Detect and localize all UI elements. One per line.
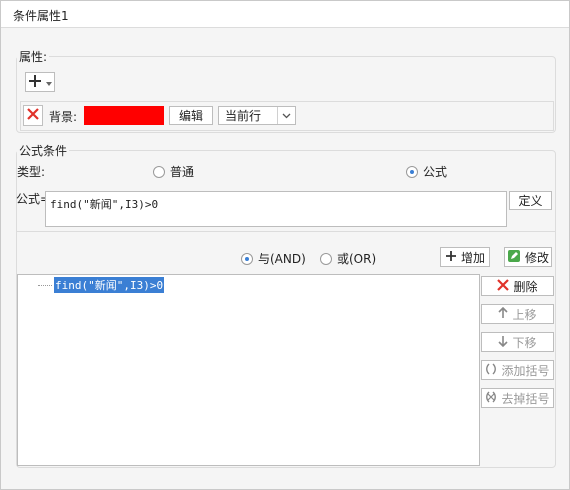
modify-button-label: 修改 <box>524 250 549 265</box>
background-color-swatch[interactable] <box>84 106 164 125</box>
remove-parentheses-label: 去掉括号 <box>501 391 550 406</box>
edit-button-label: 编辑 <box>178 109 203 123</box>
delete-attribute-button[interactable] <box>23 105 43 126</box>
plus-icon <box>28 74 42 91</box>
title-bar: 条件属性1 <box>1 1 569 28</box>
or-label: 或(OR) <box>337 252 377 266</box>
delete-condition-button[interactable]: 删除 <box>481 276 554 296</box>
attributes-legend: 属性: <box>17 48 50 65</box>
modify-condition-button[interactable]: 修改 <box>504 247 552 267</box>
remove-parentheses-icon <box>485 391 497 406</box>
define-button[interactable]: 定义 <box>509 191 552 210</box>
arrow-up-icon <box>498 306 509 322</box>
or-radio[interactable]: 或(OR) <box>320 250 376 267</box>
move-up-label: 上移 <box>512 307 537 322</box>
parentheses-icon <box>485 363 497 378</box>
divider <box>16 231 556 232</box>
move-down-button[interactable]: 下移 <box>481 332 554 352</box>
chevron-down-icon <box>277 107 295 124</box>
radio-checked-icon <box>406 165 418 178</box>
and-radio[interactable]: 与(AND) <box>241 250 306 267</box>
delete-button-label: 删除 <box>513 279 538 294</box>
scope-select-value: 当前行 <box>225 109 262 123</box>
edit-green-icon <box>507 249 521 266</box>
formula-input[interactable]: find("新闻",I3)>0 <box>45 191 507 227</box>
add-button-label: 增加 <box>460 250 485 265</box>
edit-button[interactable]: 编辑 <box>169 106 213 125</box>
add-attribute-button[interactable] <box>25 72 55 92</box>
move-down-label: 下移 <box>512 335 537 350</box>
add-condition-button[interactable]: 增加 <box>440 247 490 267</box>
define-button-label: 定义 <box>518 194 543 208</box>
type-normal-label: 普通 <box>170 165 195 179</box>
red-x-icon <box>497 278 510 294</box>
radio-unchecked-icon <box>320 252 332 265</box>
condition-list[interactable]: find("新闻",I3)>0 <box>17 274 480 466</box>
type-normal-radio[interactable]: 普通 <box>153 163 194 180</box>
type-formula-radio[interactable]: 公式 <box>406 163 447 180</box>
and-label: 与(AND) <box>258 252 306 266</box>
red-x-icon <box>27 108 39 123</box>
remove-parentheses-button[interactable]: 去掉括号 <box>481 388 554 408</box>
move-up-button[interactable]: 上移 <box>481 304 554 324</box>
condition-item-text: find("新闻",I3)>0 <box>54 277 165 293</box>
plus-icon <box>445 250 457 265</box>
radio-unchecked-icon <box>153 165 165 178</box>
add-parentheses-label: 添加括号 <box>501 363 550 378</box>
scope-select[interactable]: 当前行 <box>218 106 296 125</box>
background-label: 背景: <box>49 110 78 124</box>
radio-checked-icon <box>241 252 253 265</box>
type-label: 类型: <box>17 165 46 179</box>
formula-condition-legend: 公式条件 <box>17 142 70 159</box>
add-parentheses-button[interactable]: 添加括号 <box>481 360 554 380</box>
tree-connector <box>38 284 52 286</box>
type-formula-label: 公式 <box>423 165 448 179</box>
list-item[interactable]: find("新闻",I3)>0 <box>38 277 165 293</box>
arrow-down-icon <box>498 335 509 350</box>
window-title: 条件属性1 <box>13 9 69 23</box>
chevron-down-icon <box>46 75 52 89</box>
